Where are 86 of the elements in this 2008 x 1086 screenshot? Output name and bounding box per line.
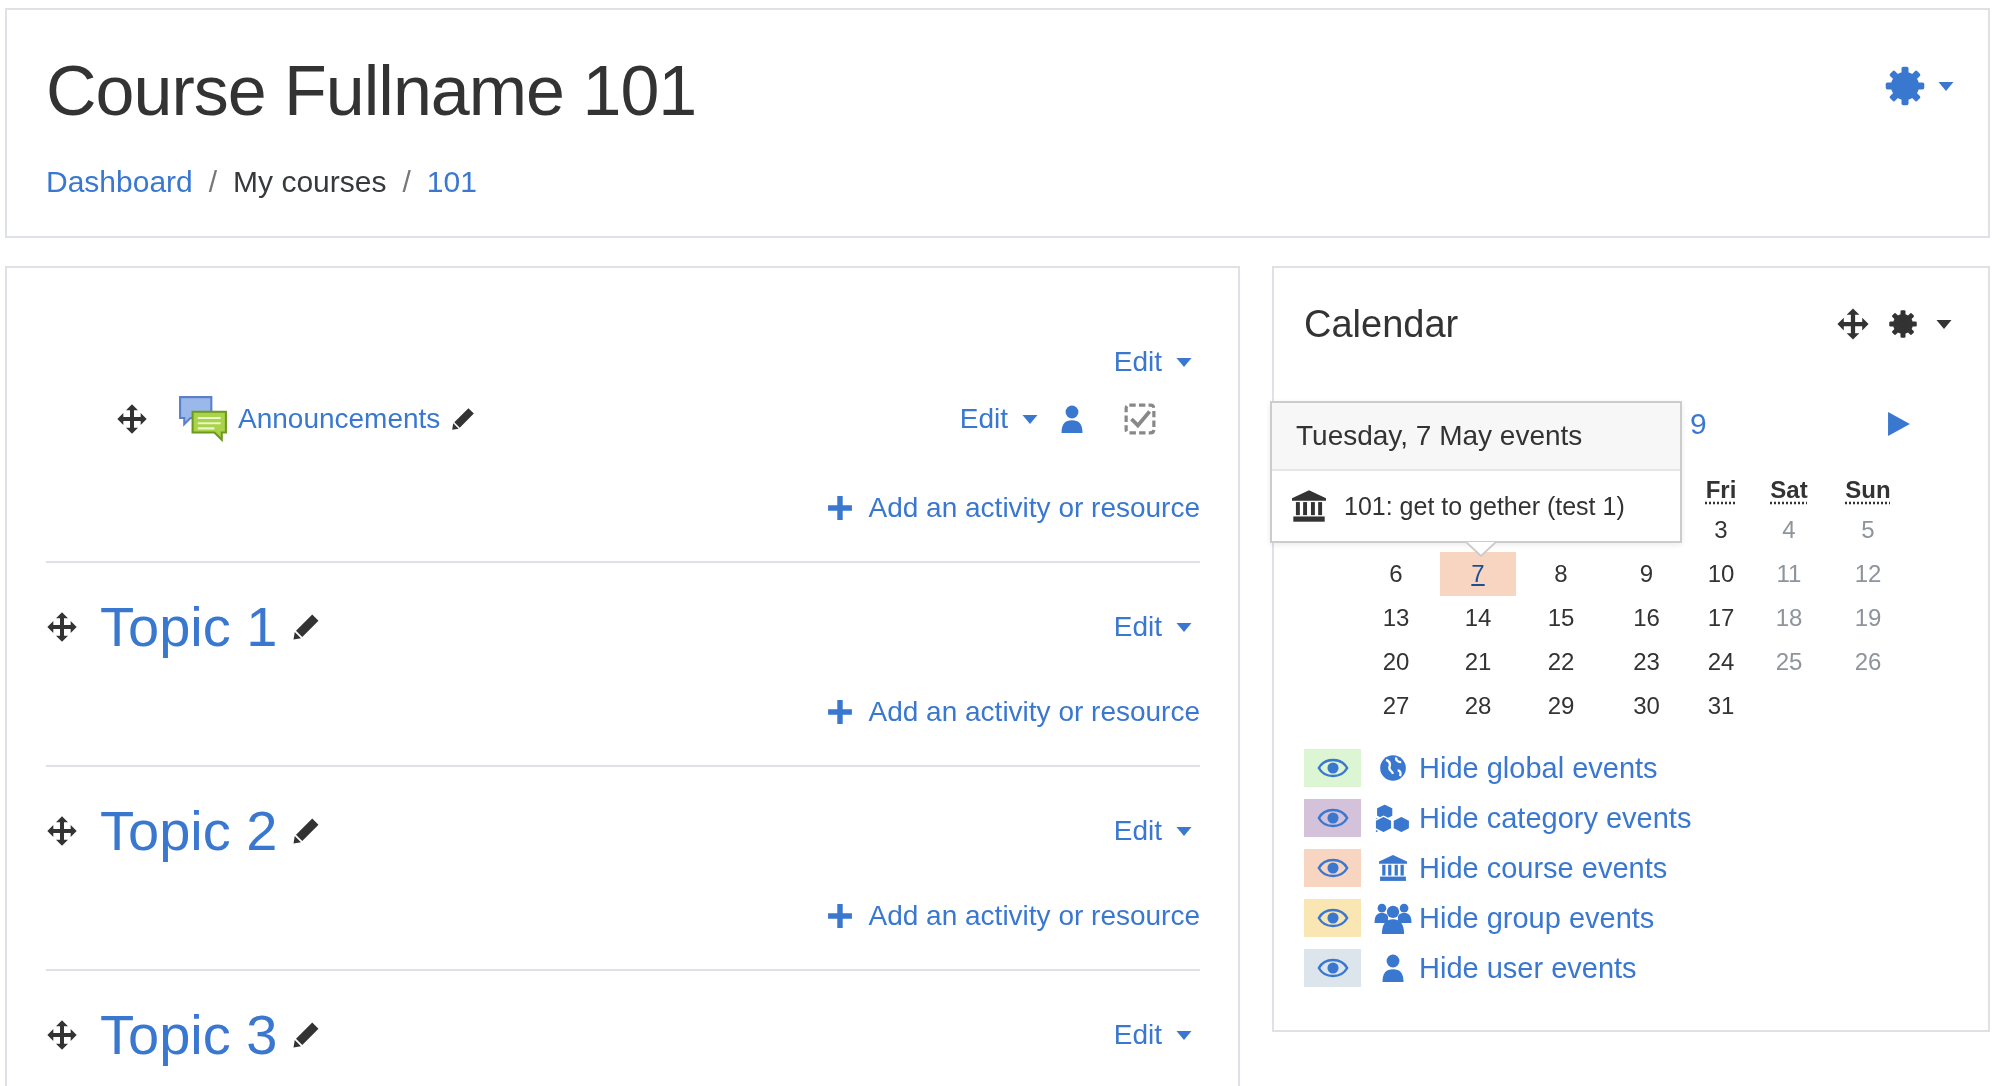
add-activity-link[interactable]: Add an activity or resource [826, 490, 1200, 526]
plus-icon [826, 903, 853, 929]
calendar-day: 16 [1608, 596, 1685, 640]
eye-icon [1316, 858, 1349, 878]
forum-icon [178, 395, 228, 443]
globe-icon [1379, 754, 1407, 782]
month-title: 9 [1690, 407, 1707, 441]
eye-icon [1316, 958, 1349, 978]
legend-link[interactable]: Hide course events [1419, 851, 1668, 885]
institution-icon [1292, 490, 1326, 522]
calendar-day: 28 [1440, 684, 1516, 728]
settings-icon[interactable] [1888, 309, 1918, 339]
calendar-day[interactable]: 7 [1440, 552, 1516, 596]
topic-title[interactable]: Topic 2 [100, 797, 278, 865]
legend-link[interactable]: Hide user events [1419, 951, 1637, 985]
caret-icon [1176, 357, 1192, 367]
calendar-day: 12 [1830, 552, 1906, 596]
topic-title[interactable]: Topic 1 [100, 593, 278, 661]
event-name[interactable]: 101: get to gether (test 1) [1344, 491, 1625, 521]
calendar-day: 27 [1358, 684, 1434, 728]
calendar-day: 23 [1608, 640, 1685, 684]
add-activity-link[interactable]: Add an activity or resource [826, 694, 1200, 730]
eye-icon [1316, 908, 1349, 928]
completion-checkbox-icon[interactable] [1124, 403, 1156, 435]
course-title: Course Fullname 101 [46, 51, 697, 132]
weekday-header: Fri [1705, 476, 1737, 504]
activity-link[interactable]: Announcements [238, 403, 441, 435]
edit-menu[interactable]: Edit [959, 401, 1038, 437]
users-icon [1374, 902, 1412, 934]
caret-icon [1176, 622, 1192, 632]
move-icon[interactable] [116, 403, 148, 435]
current-page-label: My courses [233, 164, 387, 200]
weekday-header: Sun [1845, 476, 1891, 504]
next-month-icon[interactable] [1888, 412, 1910, 436]
legend-link[interactable]: Hide category events [1419, 801, 1692, 835]
legend-swatch[interactable] [1304, 949, 1361, 987]
calendar-day: 26 [1830, 640, 1906, 684]
legend-link[interactable]: Hide global events [1419, 751, 1658, 785]
move-icon[interactable] [46, 611, 78, 643]
calendar-day: 19 [1830, 596, 1906, 640]
breadcrumb-link[interactable]: Dashboard [46, 164, 193, 200]
eye-icon [1316, 758, 1349, 778]
legend-swatch[interactable] [1304, 799, 1361, 837]
move-icon[interactable] [46, 1019, 78, 1051]
user-icon[interactable] [1060, 405, 1084, 433]
calendar-day: 9 [1608, 552, 1685, 596]
edit-menu[interactable]: Edit [1113, 344, 1192, 380]
tooltip-title: Tuesday, 7 May events [1272, 403, 1680, 471]
breadcrumb-separator: / [208, 164, 218, 200]
cubes-icon [1374, 802, 1412, 834]
calendar-day: 8 [1523, 552, 1599, 596]
weekday-header: Sat [1770, 476, 1808, 504]
calendar-day: 21 [1440, 640, 1516, 684]
institution-icon [1379, 854, 1407, 882]
breadcrumb-link[interactable]: 101 [426, 164, 477, 200]
eye-icon [1316, 808, 1349, 828]
caret-icon[interactable] [1936, 319, 1952, 329]
move-icon[interactable] [46, 815, 78, 847]
legend-swatch[interactable] [1304, 749, 1361, 787]
calendar-day: 5 [1830, 508, 1906, 552]
calendar-day: 29 [1523, 684, 1599, 728]
calendar-day: 31 [1683, 684, 1759, 728]
calendar-day: 14 [1440, 596, 1516, 640]
plus-icon [826, 699, 853, 725]
calendar-day: 20 [1358, 640, 1434, 684]
edit-menu[interactable]: Edit [1113, 609, 1192, 645]
calendar-day: 6 [1358, 552, 1434, 596]
calendar-day: 13 [1358, 596, 1434, 640]
plus-icon [826, 495, 853, 521]
calendar-day: 30 [1608, 684, 1685, 728]
legend-swatch[interactable] [1304, 849, 1361, 887]
edit-menu[interactable]: Edit [1113, 813, 1192, 849]
calendar-title: Calendar [1304, 302, 1459, 346]
legend-link[interactable]: Hide group events [1419, 901, 1655, 935]
pencil-icon[interactable] [450, 406, 477, 432]
edit-menu[interactable]: Edit [1113, 1017, 1192, 1053]
breadcrumb-separator: / [402, 164, 411, 200]
move-icon[interactable] [1836, 307, 1870, 341]
calendar-day: 22 [1523, 640, 1599, 684]
caret-icon [1176, 826, 1192, 836]
topic-title[interactable]: Topic 3 [100, 1001, 278, 1069]
calendar-day: 15 [1523, 596, 1599, 640]
add-activity-link[interactable]: Add an activity or resource [826, 898, 1200, 934]
caret-icon [1176, 1030, 1192, 1040]
caret-icon [1022, 414, 1038, 424]
legend-swatch[interactable] [1304, 899, 1361, 937]
